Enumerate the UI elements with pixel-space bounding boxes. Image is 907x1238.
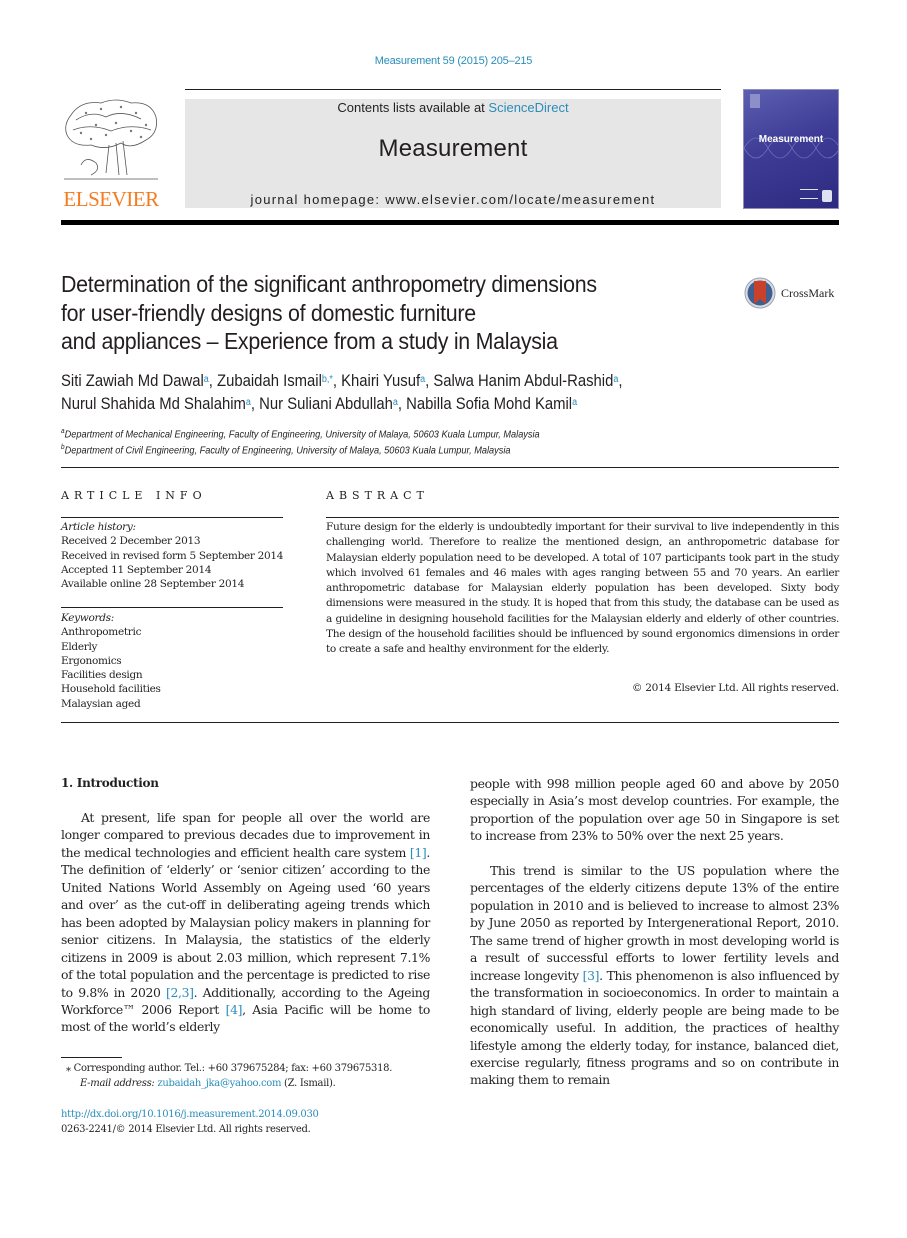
email-label: E-mail address: — [80, 1078, 155, 1089]
author[interactable]: Nurul Shahida Md Shalahim — [61, 395, 246, 413]
cover-wave-icon — [744, 137, 838, 159]
affiliation-ref[interactable]: a — [246, 397, 251, 408]
keywords-label: Keywords: — [61, 612, 114, 624]
body-text: . The definition of ‘elderly’ or ‘senior… — [61, 844, 430, 1000]
history-label: Article history: — [61, 521, 136, 533]
citation-link[interactable]: [1] — [410, 845, 427, 860]
affiliation-ref[interactable]: a — [393, 397, 398, 408]
author[interactable]: Siti Zawiah Md Dawal — [61, 372, 204, 390]
corresponding-author-footnote: ⁎ Corresponding author. Tel.: +60 379675… — [66, 1061, 446, 1091]
affiliation-text: Department of Civil Engineering, Faculty… — [64, 445, 511, 457]
keyword: Anthropometric — [61, 626, 142, 639]
cover-elsevier-badge-icon — [750, 94, 760, 108]
author[interactable]: Khairi Yusuf — [341, 372, 420, 390]
elsevier-logo[interactable]: ELSEVIER — [61, 95, 161, 210]
affiliation-ref[interactable]: a — [420, 374, 425, 385]
author[interactable]: Nur Suliani Abdullah — [259, 395, 393, 413]
header-rule — [185, 89, 721, 90]
sciencedirect-link[interactable]: ScienceDirect — [488, 100, 568, 115]
citation-link[interactable]: [3] — [583, 968, 600, 983]
elsevier-wordmark: ELSEVIER — [63, 187, 159, 211]
introduction-right-paragraph-1: people with 998 million people aged 60 a… — [470, 776, 839, 844]
author[interactable]: Salwa Hanim Abdul-Rashid — [433, 372, 613, 390]
abstract-copyright: © 2014 Elsevier Ltd. All rights reserved… — [631, 682, 839, 694]
contents-prefix: Contents lists available at — [337, 100, 489, 115]
keyword: Facilities design — [61, 669, 143, 682]
article-info-heading: ARTICLE INFO — [61, 489, 207, 502]
keyword: Malaysian aged — [61, 697, 141, 710]
doi-block: http://dx.doi.org/10.1016/j.measurement.… — [61, 1107, 441, 1137]
title-line: Determination of the significant anthrop… — [61, 271, 597, 297]
footnote-marker: ⁎ — [66, 1063, 71, 1074]
keywords: Keywords: Anthropometric Elderly Ergonom… — [61, 611, 301, 711]
doi-link[interactable]: http://dx.doi.org/10.1016/j.measurement.… — [61, 1107, 441, 1122]
affiliation-ref[interactable]: a — [613, 374, 618, 385]
title-line: and appliances – Experience from a study… — [61, 328, 558, 354]
email-link[interactable]: zubaidah_jka@yahoo.com — [157, 1078, 281, 1089]
cover-seal-icon — [822, 190, 832, 202]
history-item: Available online 28 September 2014 — [61, 578, 245, 591]
author[interactable]: Zubaidah Ismail — [217, 372, 322, 390]
journal-masthead: Contents lists available at ScienceDirec… — [185, 99, 721, 208]
cover-text-lines — [800, 189, 818, 199]
body-text: This trend is similar to the US populati… — [470, 863, 839, 983]
corresponding-text: Corresponding author. Tel.: +60 37967528… — [73, 1063, 393, 1074]
affiliation-ref[interactable]: a — [204, 374, 209, 385]
affiliation-ref[interactable]: a — [572, 397, 577, 408]
email-suffix: (Z. Ismail). — [281, 1078, 336, 1089]
article-history: Article history: Received 2 December 201… — [61, 520, 301, 591]
affiliations: aDepartment of Mechanical Engineering, F… — [61, 425, 797, 458]
author[interactable]: Nabilla Sofia Mohd Kamil — [406, 395, 572, 413]
journal-title: Measurement — [378, 135, 528, 162]
affiliation-text: Department of Mechanical Engineering, Fa… — [64, 429, 540, 441]
affiliation: bDepartment of Civil Engineering, Facult… — [61, 441, 797, 457]
keyword: Elderly — [61, 640, 98, 653]
body-text: . This phenomenon is also influenced by … — [470, 967, 839, 1088]
author-list: Siti Zawiah Md Dawala, Zubaidah Ismailb,… — [61, 372, 623, 413]
keyword: Household facilities — [61, 683, 161, 696]
affiliation: aDepartment of Mechanical Engineering, F… — [61, 425, 797, 441]
section-divider — [61, 722, 839, 723]
affiliation-ref[interactable]: b,* — [322, 374, 333, 385]
abstract-text: Future design for the elderly is undoubt… — [326, 521, 839, 656]
issn-line: 0263-2241/© 2014 Elsevier Ltd. All right… — [61, 1124, 311, 1135]
article-info-divider — [61, 517, 283, 518]
crossmark-button[interactable]: CrossMark — [744, 277, 844, 311]
keywords-divider — [61, 607, 283, 608]
title-line: for user-friendly designs of domestic fu… — [61, 299, 476, 326]
crossmark-icon — [744, 277, 776, 309]
keyword: Ergonomics — [61, 654, 122, 667]
history-item: Accepted 11 September 2014 — [61, 563, 212, 576]
body-text: At present, life span for people all ove… — [61, 810, 430, 860]
journal-homepage[interactable]: journal homepage: www.elsevier.com/locat… — [185, 192, 721, 207]
introduction-right-paragraph-2: This trend is similar to the US populati… — [470, 862, 839, 1089]
elsevier-tree-icon — [64, 99, 158, 180]
introduction-heading: 1. Introduction — [61, 776, 159, 790]
journal-cover-image[interactable]: Measurement — [743, 89, 839, 209]
footnote-rule — [61, 1057, 122, 1058]
abstract-divider — [326, 517, 839, 518]
introduction-left-column: At present, life span for people all ove… — [61, 809, 430, 1036]
history-item: Received 2 December 2013 — [61, 535, 201, 548]
header-thick-rule — [61, 220, 839, 225]
journal-reference[interactable]: Measurement 59 (2015) 205–215 — [0, 55, 907, 67]
citation-link[interactable]: [2,3] — [166, 985, 194, 1000]
citation-link[interactable]: [4] — [226, 1002, 243, 1017]
contents-line: Contents lists available at ScienceDirec… — [185, 100, 721, 115]
crossmark-label: CrossMark — [781, 286, 835, 300]
cover-title: Measurement — [758, 134, 824, 145]
section-divider — [61, 467, 839, 468]
paper-title: Determination of the significant anthrop… — [61, 270, 666, 356]
history-item: Received in revised form 5 September 201… — [61, 549, 284, 562]
abstract-heading: ABSTRACT — [326, 489, 429, 502]
